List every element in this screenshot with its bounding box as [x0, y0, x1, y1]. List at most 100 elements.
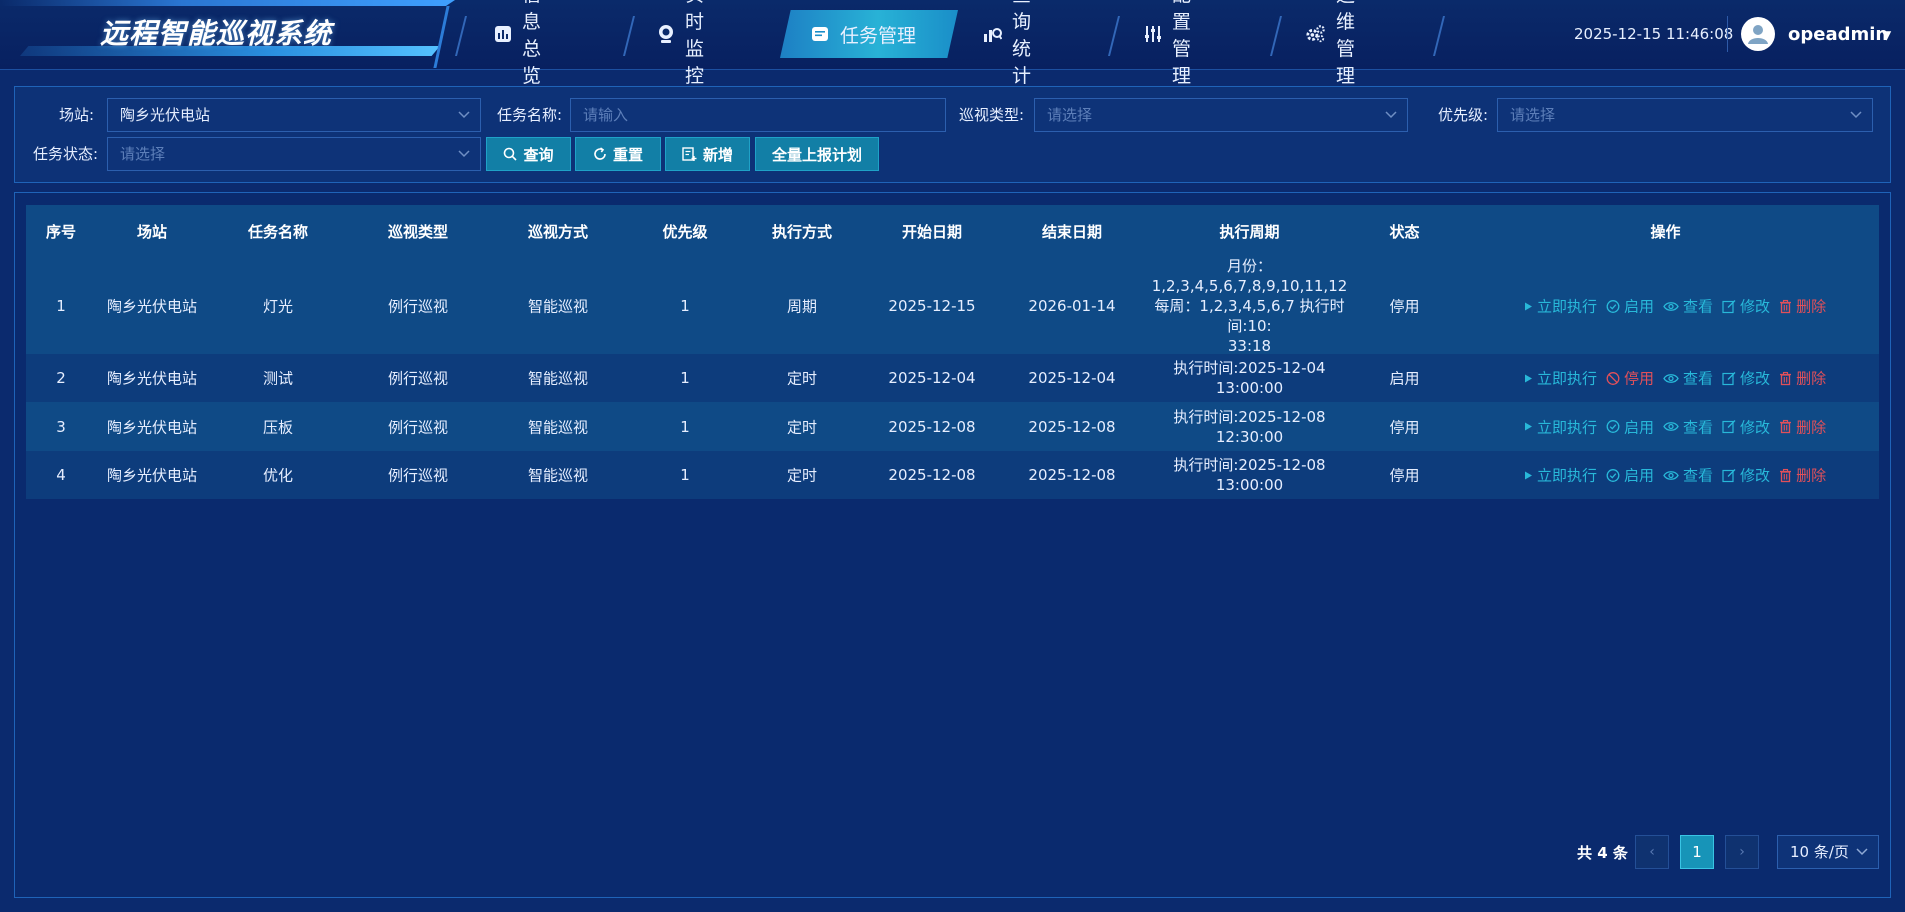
eye-icon [1663, 372, 1679, 384]
run-now-button[interactable]: 立即执行 [1524, 465, 1597, 486]
play-icon [1524, 470, 1533, 480]
action-label: 修改 [1740, 297, 1771, 316]
search-icon [503, 147, 518, 161]
task-status-select[interactable]: 请选择 [107, 137, 481, 171]
chart-icon [494, 24, 512, 44]
edit-button[interactable]: 修改 [1722, 416, 1770, 437]
task-name-label: 任务名称: [496, 106, 562, 124]
caret-down-icon[interactable]: ▼ [1882, 28, 1891, 42]
cell-name: 灯光 [262, 297, 293, 316]
cell-mode: 智能巡视 [527, 297, 588, 316]
patrol-type-placeholder: 请选择 [1047, 106, 1093, 124]
nav-item-config[interactable]: 配置管理 [1130, 0, 1207, 87]
task-status-label: 任务状态: [32, 145, 98, 163]
play-icon [1524, 373, 1533, 383]
cell-mode: 智能巡视 [527, 418, 588, 436]
enable-button[interactable]: 启用 [1606, 465, 1654, 486]
username[interactable]: opeadmin [1788, 24, 1888, 45]
nav-item-statistics[interactable]: 查询统计 [968, 0, 1045, 87]
cell-end: 2026-01-14 [1028, 297, 1116, 315]
delete-button[interactable]: 删除 [1779, 368, 1826, 389]
run-now-button[interactable]: 立即执行 [1524, 368, 1597, 389]
cell-cycle: 执行时间:2025-12-08 13:00:00 [1142, 455, 1357, 495]
eye-icon [1663, 300, 1679, 312]
query-button[interactable]: 查询 [486, 137, 571, 171]
stats-icon [982, 24, 1002, 44]
action-label: 立即执行 [1537, 369, 1598, 388]
report-all-plans-button[interactable]: 全量上报计划 [755, 137, 879, 171]
add-document-icon [682, 146, 697, 162]
reset-button[interactable]: 重置 [575, 137, 661, 171]
cell-no: 4 [56, 466, 66, 484]
edit-button[interactable]: 修改 [1722, 465, 1770, 486]
priority-select[interactable]: 请选择 [1497, 98, 1873, 132]
user-icon [1748, 25, 1768, 44]
station-select[interactable]: 陶乡光伏电站 [107, 98, 481, 132]
report-all-plans-label: 全量上报计划 [771, 145, 862, 164]
col-header-patrol-mode: 巡视方式 [527, 223, 588, 241]
col-header-task-name: 任务名称 [247, 223, 308, 241]
logo-area: 远程智能巡视系统 [0, 0, 460, 70]
action-label: 查看 [1683, 418, 1714, 436]
action-label: 立即执行 [1537, 466, 1598, 485]
nav-separator [1433, 16, 1445, 56]
enable-button[interactable]: 启用 [1606, 296, 1654, 317]
prev-page-button[interactable]: ‹ [1635, 835, 1669, 869]
page-size-select[interactable]: 10 条/页 [1777, 835, 1879, 869]
action-label: 删除 [1796, 418, 1827, 436]
run-now-button[interactable]: 立即执行 [1524, 416, 1597, 437]
action-label: 启用 [1624, 418, 1655, 436]
cell-mode: 智能巡视 [527, 466, 588, 485]
cell-end: 2025-12-04 [1028, 369, 1116, 387]
pagination-total: 共 4 条 [1577, 844, 1628, 862]
check-circle-icon [1606, 420, 1620, 434]
view-button[interactable]: 查看 [1663, 368, 1713, 389]
cycle-line: 执行时间:2025-12-08 13:00:00 [1173, 456, 1326, 494]
edit-button[interactable]: 修改 [1722, 296, 1770, 317]
avatar[interactable] [1741, 17, 1775, 51]
cell-name: 测试 [262, 369, 293, 388]
next-page-button[interactable]: › [1725, 835, 1759, 869]
task-name-input[interactable]: 请输入 [570, 98, 946, 132]
patrol-type-select[interactable]: 请选择 [1034, 98, 1408, 132]
view-button[interactable]: 查看 [1663, 296, 1713, 317]
delete-button[interactable]: 删除 [1779, 296, 1826, 317]
cycle-line: 每周：1,2,3,4,5,6,7 执行时间:10: [1154, 297, 1345, 335]
cell-priority: 1 [680, 297, 690, 315]
view-button[interactable]: 查看 [1663, 416, 1713, 437]
task-icon [810, 24, 830, 44]
cell-type: 例行巡视 [387, 466, 448, 485]
play-icon [1524, 422, 1533, 432]
action-label: 修改 [1740, 418, 1771, 436]
row-actions: 立即执行 停用 查看 修改 删除 [1524, 368, 1835, 389]
cell-priority: 1 [680, 369, 690, 387]
col-header-cycle: 执行周期 [1219, 223, 1280, 241]
cell-station: 陶乡光伏电站 [106, 466, 197, 485]
cell-priority: 1 [680, 466, 690, 484]
disable-button[interactable]: 停用 [1606, 368, 1654, 389]
cell-name: 优化 [262, 466, 293, 485]
delete-button[interactable]: 删除 [1779, 416, 1826, 437]
edit-icon [1722, 420, 1736, 434]
edit-button[interactable]: 修改 [1722, 368, 1770, 389]
delete-button[interactable]: 删除 [1779, 465, 1826, 486]
cycle-line: 执行时间:2025-12-04 13:00:00 [1173, 359, 1326, 397]
add-button[interactable]: 新增 [665, 137, 750, 171]
nav-item-operations[interactable]: 运维管理 [1292, 0, 1369, 87]
page-number-button[interactable]: 1 [1680, 835, 1714, 869]
table-row: 1 陶乡光伏电站 灯光 例行巡视 智能巡视 1 周期 2025-12-15 2026-01-14… [26, 257, 1879, 355]
cell-no: 3 [56, 417, 66, 436]
nav-item-task-management[interactable]: 任务管理 [780, 10, 958, 58]
table-row: 2 陶乡光伏电站 测试 例行巡视 智能巡视 1 定时 2025-12-04 2025-12-04… [26, 354, 1879, 402]
enable-button[interactable]: 启用 [1606, 416, 1654, 437]
view-button[interactable]: 查看 [1663, 465, 1713, 486]
nav-item-overview[interactable]: 信息总览 [480, 0, 557, 87]
nav-item-monitor[interactable]: 实时监控 [643, 0, 720, 87]
cell-exec: 定时 [786, 369, 817, 388]
cell-cycle: 执行时间:2025-12-08 12:30:00 [1142, 407, 1357, 447]
cell-start: 2025-12-08 [888, 466, 976, 484]
cell-type: 例行巡视 [387, 418, 448, 436]
cell-end: 2025-12-08 [1028, 466, 1116, 484]
run-now-button[interactable]: 立即执行 [1524, 296, 1597, 317]
col-header-start-date: 开始日期 [901, 223, 962, 241]
